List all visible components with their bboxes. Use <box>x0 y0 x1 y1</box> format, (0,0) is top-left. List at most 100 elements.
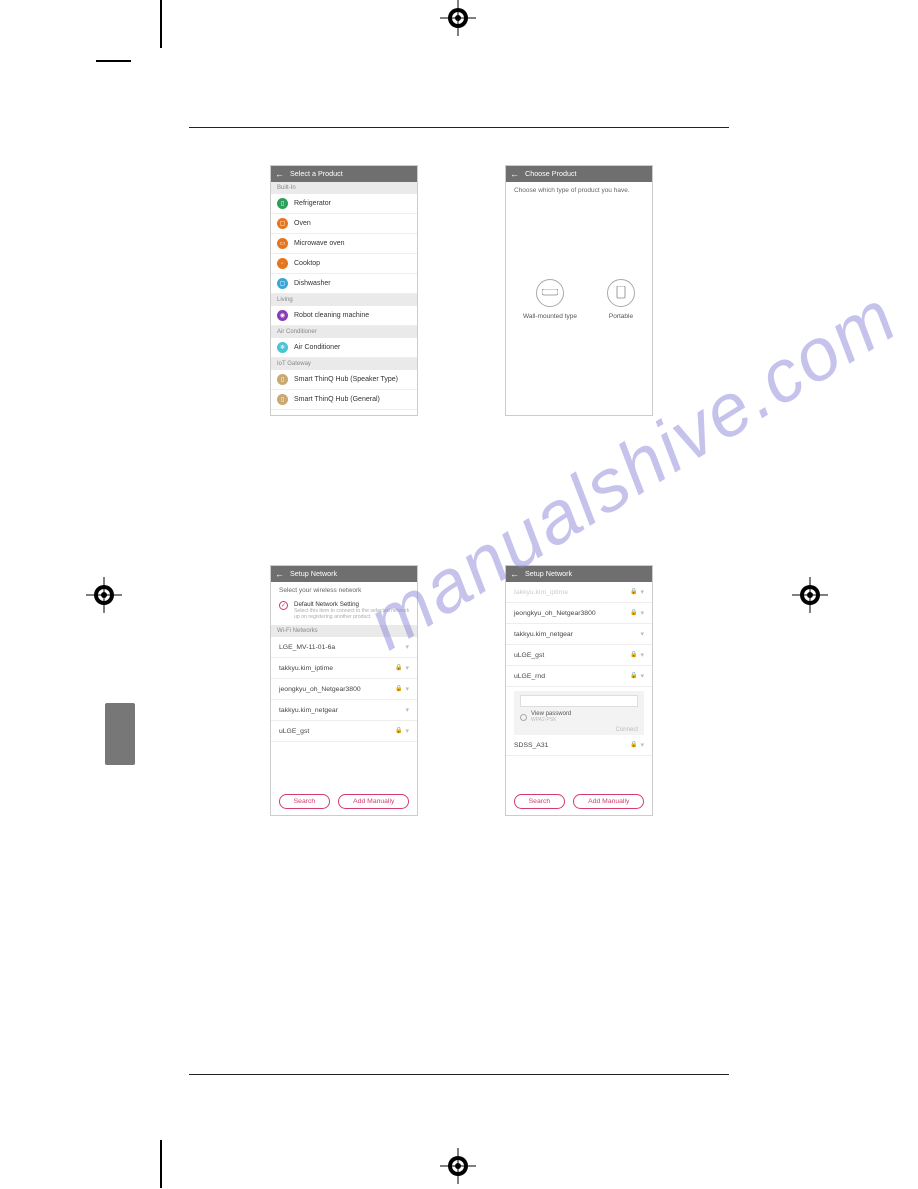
product-item-hub-general[interactable]: ▯Smart ThinQ Hub (General) <box>271 390 417 410</box>
app-header: ← Setup Network <box>506 566 652 582</box>
wifi-signal-icon: ▾ <box>640 588 644 596</box>
screenshot-setup-network-list: ← Setup Network Select your wireless net… <box>270 565 418 816</box>
category-label: Built-In <box>271 182 417 194</box>
header-title: Setup Network <box>290 566 337 582</box>
wifi-signal-icon: ▾ <box>640 630 644 638</box>
wifi-network-item[interactable]: takkyu.kim_iptime 🔒▾ <box>506 582 652 603</box>
category-label: Living <box>271 294 417 306</box>
lock-icon: 🔒 <box>630 588 637 596</box>
wifi-network-item[interactable]: takkyu.kim_netgear▾ <box>506 624 652 645</box>
ssid: uLGE_rnd <box>514 673 545 680</box>
add-manually-button[interactable]: Add Manually <box>573 794 644 809</box>
lock-icon: 🔒 <box>395 685 402 693</box>
item-label: Robot cleaning machine <box>294 312 369 319</box>
item-label: Smart ThinQ Hub (General) <box>294 396 380 403</box>
divider <box>189 127 729 128</box>
refrigerator-icon: ▯ <box>277 198 288 209</box>
default-network-setting[interactable]: ✓ Default Network Setting Select this it… <box>271 596 417 625</box>
ac-icon: ❄ <box>277 342 288 353</box>
category-label: Air Conditioner <box>271 326 417 338</box>
add-manually-button[interactable]: Add Manually <box>338 794 409 809</box>
item-label: Refrigerator <box>294 200 331 207</box>
product-item-robot[interactable]: ◉ Robot cleaning machine <box>271 306 417 326</box>
product-item-microwave[interactable]: ▭Microwave oven <box>271 234 417 254</box>
back-icon[interactable]: ← <box>275 166 284 182</box>
wifi-signal-icon: ▾ <box>405 664 409 672</box>
wifi-network-item[interactable]: jeongkyu_oh_Netgear3800🔒▾ <box>271 679 417 700</box>
ssid: takkyu.kim_iptime <box>514 589 568 596</box>
item-label: Air Conditioner <box>294 344 340 351</box>
product-item-refrigerator[interactable]: ▯ Refrigerator <box>271 194 417 214</box>
search-button[interactable]: Search <box>514 794 566 809</box>
wifi-network-item[interactable]: uLGE_gst 🔒▾ <box>271 721 417 742</box>
product-item-hub-speaker[interactable]: ▯Smart ThinQ Hub (Speaker Type) <box>271 370 417 390</box>
manual-page: ← Select a Product Built-In ▯ Refrigerato… <box>189 127 729 1077</box>
wifi-network-item[interactable]: SDSS_A31🔒▾ <box>506 735 652 756</box>
wifi-network-item[interactable]: takkyu.kim_iptime 🔒▾ <box>271 658 417 679</box>
screenshot-setup-network-password: ← Setup Network takkyu.kim_iptime🔒▾ jeon… <box>505 565 653 816</box>
security-type: WPA2-PSK <box>531 717 571 723</box>
password-panel: View password WPA2-PSK Connect <box>514 691 644 735</box>
wifi-signal-icon: ▾ <box>405 643 409 651</box>
ssid: SDSS_A31 <box>514 742 548 749</box>
screenshot-select-product: ← Select a Product Built-In ▯ Refrigerato… <box>270 165 418 416</box>
ssid: takkyu.kim_iptime <box>279 665 333 672</box>
product-item-cooktop[interactable]: ◦Cooktop <box>271 254 417 274</box>
wifi-network-item[interactable]: takkyu.kim_netgear▾ <box>271 700 417 721</box>
product-type-grid: Wall-mounted type Portable <box>506 279 652 320</box>
oven-icon: ▢ <box>277 218 288 229</box>
wifi-signal-icon: ▾ <box>405 685 409 693</box>
back-icon[interactable]: ← <box>510 566 519 582</box>
wifi-signal-icon: ▾ <box>640 672 644 680</box>
lock-icon: 🔒 <box>395 727 402 735</box>
item-label: Oven <box>294 220 311 227</box>
lock-icon: 🔒 <box>630 609 637 617</box>
category-label: IoT Gateway <box>271 358 417 370</box>
registration-mark-icon <box>792 577 828 613</box>
page-tab-marker <box>105 703 135 765</box>
check-icon: ✓ <box>279 601 288 610</box>
password-input[interactable] <box>520 695 638 707</box>
lock-icon: 🔒 <box>395 664 402 672</box>
wifi-network-item[interactable]: LGE_MV-11-01-6a▾ <box>271 637 417 658</box>
registration-mark-icon <box>440 1148 476 1184</box>
app-header: ← Select a Product <box>271 166 417 182</box>
view-password-radio[interactable] <box>520 714 527 721</box>
lock-icon: 🔒 <box>630 651 637 659</box>
wifi-signal-icon: ▾ <box>640 609 644 617</box>
ssid: uLGE_gst <box>514 652 544 659</box>
ssid: uLGE_gst <box>279 728 309 735</box>
wall-unit-icon <box>536 279 564 307</box>
crop-mark <box>160 0 162 48</box>
type-label: Portable <box>607 313 635 320</box>
search-button[interactable]: Search <box>279 794 331 809</box>
instruction-text: Choose which type of product you have. <box>506 182 652 199</box>
product-item-dishwasher[interactable]: ▢Dishwasher <box>271 274 417 294</box>
registration-mark-icon <box>440 0 476 36</box>
wifi-network-item[interactable]: uLGE_gst 🔒▾ <box>506 645 652 666</box>
default-network-title: Default Network Setting <box>294 601 411 608</box>
wifi-network-item-selected[interactable]: uLGE_rnd 🔒▾ <box>506 666 652 687</box>
type-label: Wall-mounted type <box>523 313 577 320</box>
back-icon[interactable]: ← <box>275 566 284 582</box>
connect-button[interactable]: Connect <box>520 727 638 733</box>
divider <box>189 1074 729 1075</box>
dishwasher-icon: ▢ <box>277 278 288 289</box>
wifi-signal-icon: ▾ <box>405 727 409 735</box>
wifi-network-item[interactable]: jeongkyu_oh_Netgear3800🔒▾ <box>506 603 652 624</box>
wifi-signal-icon: ▾ <box>640 651 644 659</box>
type-wall-mounted[interactable]: Wall-mounted type <box>523 279 577 320</box>
lock-icon: 🔒 <box>630 672 637 680</box>
item-label: Cooktop <box>294 260 320 267</box>
registration-mark-icon <box>86 577 122 613</box>
type-portable[interactable]: Portable <box>607 279 635 320</box>
back-icon[interactable]: ← <box>510 166 519 182</box>
app-header: ← Setup Network <box>271 566 417 582</box>
portable-unit-icon <box>607 279 635 307</box>
wifi-signal-icon: ▾ <box>405 706 409 714</box>
product-item-ac[interactable]: ❄ Air Conditioner <box>271 338 417 358</box>
product-item-oven[interactable]: ▢ Oven <box>271 214 417 234</box>
item-label: Microwave oven <box>294 240 345 247</box>
robot-icon: ◉ <box>277 310 288 321</box>
header-title: Choose Product <box>525 166 577 182</box>
